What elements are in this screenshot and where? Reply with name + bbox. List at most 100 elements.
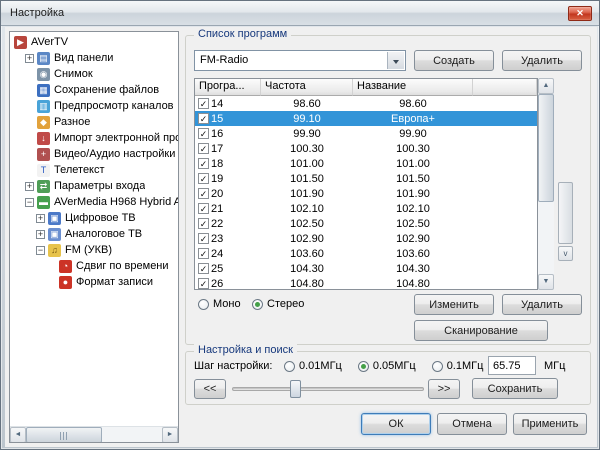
name-cell: 100.30 [353, 143, 473, 155]
scan-button[interactable]: Сканирование [414, 320, 548, 341]
row-checkbox[interactable]: ✓ [198, 248, 209, 259]
tree-item[interactable]: ↓Импорт электронной прог [10, 130, 178, 146]
vertical-scrollbar-thumb[interactable] [538, 94, 554, 202]
row-checkbox[interactable]: ✓ [198, 143, 209, 154]
tree-expander-icon[interactable]: + [36, 214, 45, 223]
tree-expander-icon[interactable]: − [36, 246, 45, 255]
step-radio-1[interactable]: 0.05МГц [358, 359, 416, 373]
tree-expander-icon[interactable]: − [25, 198, 34, 207]
frequency-cell: 102.90 [261, 233, 353, 245]
tree-item[interactable]: −▬AVerMedia H968 Hybrid Ana [10, 194, 178, 210]
row-checkbox[interactable]: ✓ [198, 173, 209, 184]
radio-dot-icon [361, 364, 366, 369]
table-row[interactable]: ✓24103.60103.60 [195, 246, 537, 261]
program-number: 17 [211, 143, 223, 155]
row-checkbox[interactable]: ✓ [198, 128, 209, 139]
frequency-cell: 103.60 [261, 248, 353, 260]
seek-down-button[interactable]: << [194, 379, 226, 399]
tree-item[interactable]: +⇄Параметры входа [10, 178, 178, 194]
apply-button[interactable]: Применить [513, 413, 587, 435]
settings-tree[interactable]: ▶AVerTV+▤Вид панели◉Снимок▦Сохранение фа… [9, 31, 179, 443]
delete-list-button[interactable]: Удалить [502, 50, 582, 71]
stereo-radio[interactable]: Стерео [252, 297, 304, 311]
scroll-up-icon[interactable]: ▲ [538, 78, 554, 94]
row-checkbox[interactable]: ✓ [198, 98, 209, 109]
scroll-left-icon[interactable]: ◄ [10, 427, 26, 443]
move-down-button[interactable]: v [558, 246, 573, 261]
tree-item[interactable]: +▣Цифровое ТВ [10, 210, 178, 226]
title-bar[interactable]: Настройка ✕ [1, 1, 599, 26]
step-radio-0[interactable]: 0.01МГц [284, 359, 342, 373]
tree-item[interactable]: +Видео/Аудио настройки [10, 146, 178, 162]
row-checkbox[interactable]: ✓ [198, 263, 209, 274]
window-title: Настройка [10, 7, 64, 19]
ok-button[interactable]: ОК [361, 413, 431, 435]
frequency-input[interactable] [488, 356, 536, 375]
tree-item[interactable]: −♫FM (УКВ) [10, 242, 178, 258]
create-button[interactable]: Создать [414, 50, 494, 71]
tree-item[interactable]: +▣Аналоговое ТВ [10, 226, 178, 242]
scroll-right-icon[interactable]: ► [162, 427, 178, 443]
name-cell: 104.30 [353, 263, 473, 275]
row-checkbox[interactable]: ✓ [198, 233, 209, 244]
table-row[interactable]: ✓26104.80104.80 [195, 276, 537, 290]
table-row[interactable]: ✓25104.30104.30 [195, 261, 537, 276]
row-checkbox[interactable]: ✓ [198, 203, 209, 214]
table-row[interactable]: ✓21102.10102.10 [195, 201, 537, 216]
frequency-slider[interactable] [232, 379, 424, 399]
horizontal-scrollbar-thumb[interactable] [26, 427, 102, 443]
table-row[interactable]: ✓1599.10Европа+ [195, 111, 537, 126]
table-vertical-scrollbar[interactable]: ▲ ▼ [538, 78, 554, 290]
column-header[interactable] [473, 79, 537, 96]
tree-horizontal-scrollbar[interactable]: ◄ ► [10, 426, 178, 442]
table-row[interactable]: ✓22102.50102.50 [195, 216, 537, 231]
program-table[interactable]: Програ...ЧастотаНазвание ✓1498.6098.60✓1… [194, 78, 538, 290]
table-row[interactable]: ✓1498.6098.60 [195, 96, 537, 111]
slider-thumb[interactable] [290, 380, 301, 398]
tree-expander-icon[interactable]: + [25, 182, 34, 191]
row-checkbox[interactable]: ✓ [198, 158, 209, 169]
row-checkbox[interactable]: ✓ [198, 278, 209, 289]
tree-item[interactable]: ▶AVerTV [10, 34, 178, 50]
program-cell: ✓21 [195, 203, 261, 215]
cancel-button[interactable]: Отмена [437, 413, 507, 435]
tree-item[interactable]: ◉Снимок [10, 66, 178, 82]
step-radio-2[interactable]: 0.1МГц [432, 359, 484, 373]
tree-item[interactable]: +▤Вид панели [10, 50, 178, 66]
tree-expander-icon[interactable]: + [36, 230, 45, 239]
table-row[interactable]: ✓1699.9099.90 [195, 126, 537, 141]
column-header[interactable]: Програ... [195, 79, 261, 96]
tree-item[interactable]: ●Формат записи [10, 274, 178, 290]
scroll-down-icon[interactable]: ▼ [538, 274, 554, 290]
avertv-app-icon: ▶ [14, 36, 27, 49]
tree-item[interactable]: ◆Разное [10, 114, 178, 130]
program-number: 19 [211, 173, 223, 185]
table-row[interactable]: ✓18101.00101.00 [195, 156, 537, 171]
row-checkbox[interactable]: ✓ [198, 218, 209, 229]
mono-radio[interactable]: Моно [198, 297, 241, 311]
tree-item[interactable]: ▦Сохранение файлов [10, 82, 178, 98]
seek-up-button[interactable]: >> [428, 379, 460, 399]
table-row[interactable]: ✓20101.90101.90 [195, 186, 537, 201]
save-button[interactable]: Сохранить [472, 378, 558, 399]
tree-item-label: Телетекст [54, 164, 105, 176]
tree-expander-icon[interactable]: + [25, 54, 34, 63]
table-row[interactable]: ✓23102.90102.90 [195, 231, 537, 246]
combo-dropdown-button[interactable] [387, 52, 404, 69]
tree-item[interactable]: TТелетекст [10, 162, 178, 178]
column-header[interactable]: Частота [261, 79, 353, 96]
table-row[interactable]: ✓17100.30100.30 [195, 141, 537, 156]
delete-program-button[interactable]: Удалить [502, 294, 582, 315]
move-handle[interactable] [558, 182, 573, 244]
close-button[interactable]: ✕ [568, 6, 592, 21]
table-row[interactable]: ✓19101.50101.50 [195, 171, 537, 186]
row-checkbox[interactable]: ✓ [198, 113, 209, 124]
column-header[interactable]: Название [353, 79, 473, 96]
program-list-combo[interactable]: FM-Radio [194, 50, 406, 71]
row-checkbox[interactable]: ✓ [198, 188, 209, 199]
tree-item[interactable]: ▥Предпросмотр каналов [10, 98, 178, 114]
tree-item-list: ▶AVerTV+▤Вид панели◉Снимок▦Сохранение фа… [10, 34, 178, 426]
radio-icon [358, 361, 369, 372]
edit-button[interactable]: Изменить [414, 294, 494, 315]
tree-item[interactable]: ◔Сдвиг по времени [10, 258, 178, 274]
